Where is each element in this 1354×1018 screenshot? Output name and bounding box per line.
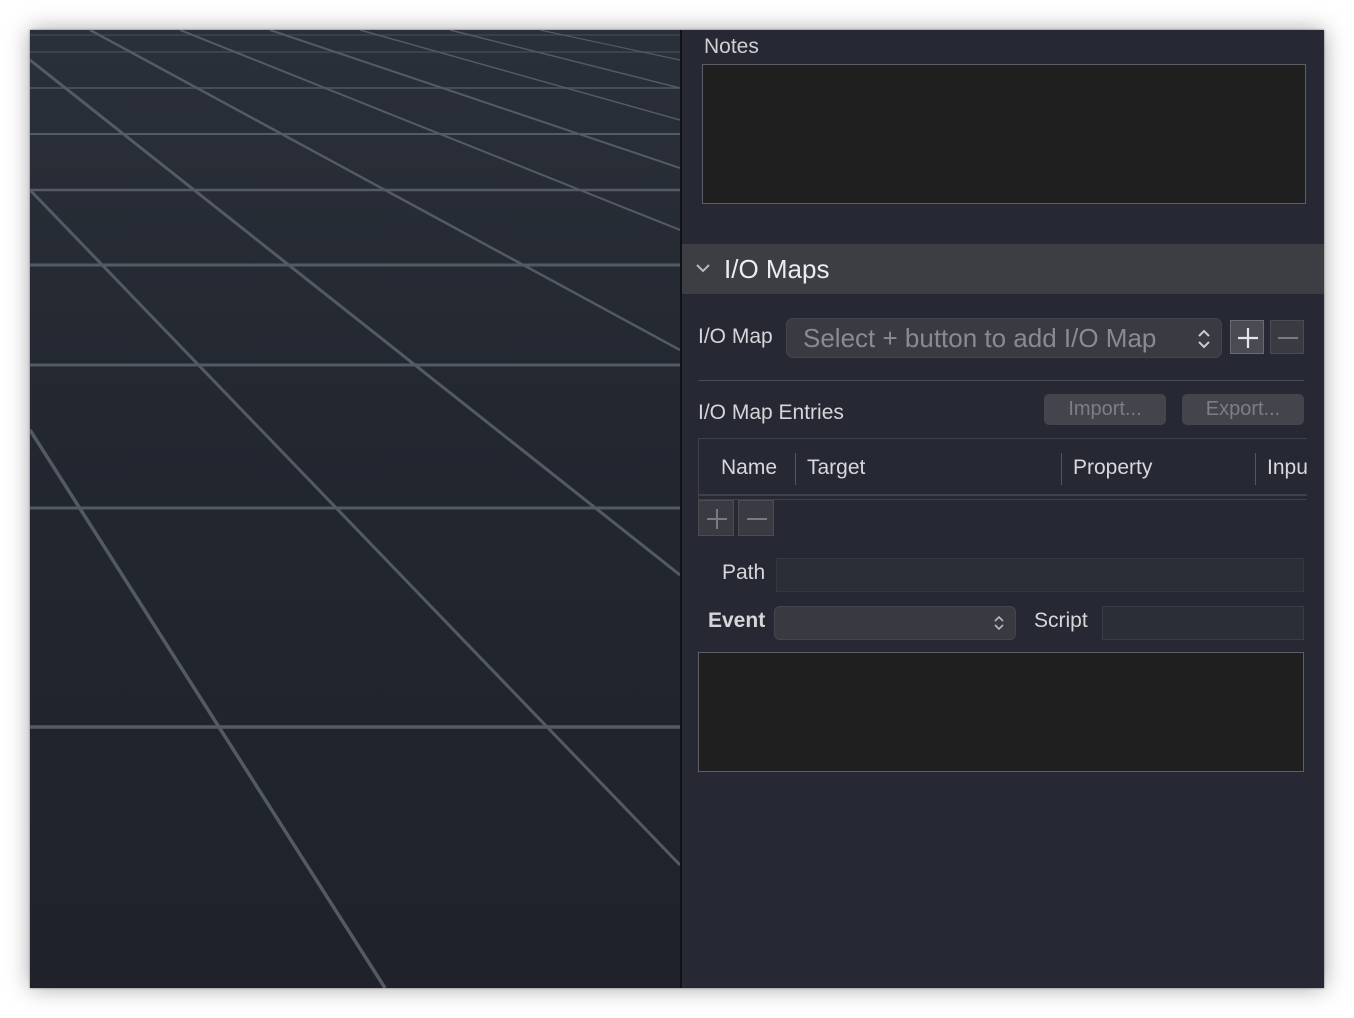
io-map-label: I/O Map xyxy=(698,325,773,348)
script-field[interactable] xyxy=(1102,606,1304,640)
plus-icon xyxy=(1238,328,1258,348)
notes-label: Notes xyxy=(704,35,759,58)
3d-viewport[interactable] xyxy=(30,30,680,988)
inspector-panel: Notes I/O Maps I/O Map Select + button t… xyxy=(682,30,1324,988)
column-header-property[interactable]: Property xyxy=(1073,456,1152,480)
script-label: Script xyxy=(1034,609,1088,632)
plus-icon xyxy=(707,509,727,529)
app-window: Notes I/O Maps I/O Map Select + button t… xyxy=(30,30,1324,988)
column-separator[interactable] xyxy=(1061,453,1062,485)
script-editor[interactable] xyxy=(698,652,1304,772)
column-header-input[interactable]: Inpu xyxy=(1267,456,1307,480)
io-maps-title: I/O Maps xyxy=(724,254,830,284)
remove-entry-button[interactable] xyxy=(738,500,774,536)
event-label: Event xyxy=(708,609,766,632)
column-header-name[interactable]: Name xyxy=(721,456,777,480)
add-entry-button[interactable] xyxy=(698,500,734,536)
add-io-map-button[interactable] xyxy=(1230,320,1264,354)
minus-icon xyxy=(1278,337,1298,339)
path-field[interactable] xyxy=(776,558,1304,592)
chevron-down-icon[interactable] xyxy=(696,261,710,275)
io-map-entries-table: Name Target Property Inpu xyxy=(698,438,1307,500)
io-map-select-placeholder: Select + button to add I/O Map xyxy=(803,323,1157,353)
table-divider xyxy=(699,494,1307,496)
ground-grid xyxy=(30,30,680,988)
notes-textarea[interactable] xyxy=(702,64,1306,204)
up-down-arrows-icon xyxy=(1198,329,1210,349)
import-button[interactable]: Import... xyxy=(1044,394,1166,425)
column-separator[interactable] xyxy=(795,453,796,485)
io-map-entries-label: I/O Map Entries xyxy=(698,401,844,424)
column-header-target[interactable]: Target xyxy=(807,456,865,480)
column-separator[interactable] xyxy=(1255,453,1256,485)
io-map-select[interactable]: Select + button to add I/O Map xyxy=(786,318,1222,358)
export-button[interactable]: Export... xyxy=(1182,394,1304,425)
remove-io-map-button[interactable] xyxy=(1270,320,1304,354)
minus-icon xyxy=(747,518,767,520)
separator xyxy=(698,380,1304,381)
up-down-arrows-icon xyxy=(994,615,1004,631)
io-maps-section-header[interactable]: I/O Maps xyxy=(682,244,1324,294)
path-label: Path xyxy=(722,561,766,584)
event-select[interactable] xyxy=(774,606,1016,640)
